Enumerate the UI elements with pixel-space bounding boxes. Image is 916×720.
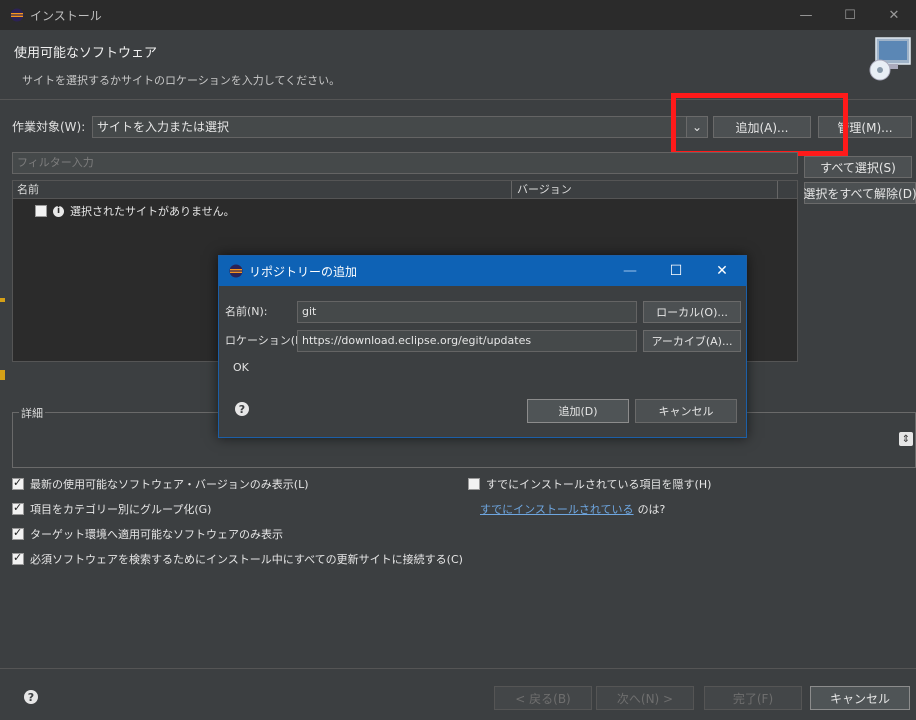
- latest-only-checkbox[interactable]: [12, 476, 24, 490]
- contact-all-sites-label: 必須ソフトウェアを検索するためにインストール中にすべての更新サイトに接続する(C…: [30, 553, 463, 566]
- window-titlebar: インストール — ☐ ✕: [0, 0, 916, 30]
- dialog-minimize-button[interactable]: —: [607, 256, 653, 286]
- manage-sites-button[interactable]: 管理(M)...: [818, 116, 912, 138]
- next-button[interactable]: 次へ(N) >: [596, 686, 694, 710]
- chevron-down-icon: ⌄: [691, 120, 703, 134]
- wizard-header: 使用可能なソフトウェア サイトを選択するかサイトのロケーションを入力してください…: [0, 30, 916, 100]
- tree-empty-message: 選択されたサイトがありません。: [70, 205, 235, 218]
- column-separator[interactable]: [511, 181, 512, 199]
- contact-all-sites-checkbox[interactable]: [12, 551, 24, 565]
- already-installed-row: すでにインストールされている のは?: [480, 501, 665, 517]
- option-latest-only[interactable]: 最新の使用可能なソフトウェア・バージョンのみ表示(L): [12, 476, 309, 492]
- filter-input[interactable]: フィルター入力: [12, 152, 798, 174]
- archive-button[interactable]: アーカイブ(A)...: [643, 330, 741, 352]
- eclipse-app-icon: [10, 8, 24, 22]
- column-version[interactable]: バージョン: [517, 181, 572, 199]
- left-edge-marker: [0, 298, 5, 302]
- close-button[interactable]: ✕: [874, 0, 914, 30]
- finish-button[interactable]: 完了(F): [704, 686, 802, 710]
- group-by-category-checkbox[interactable]: [12, 501, 24, 515]
- dialog-close-button[interactable]: ✕: [699, 256, 745, 286]
- local-button[interactable]: ローカル(O)...: [643, 301, 741, 323]
- hide-installed-checkbox[interactable]: [468, 478, 480, 490]
- target-env-only-label: ターゲット環境へ適用可能なソフトウェアのみ表示: [30, 528, 283, 541]
- column-name[interactable]: 名前: [17, 181, 39, 199]
- left-edge-marker: [0, 370, 5, 380]
- repo-location-value: https://download.eclipse.org/egit/update…: [302, 334, 532, 347]
- window-title: インストール: [30, 8, 102, 23]
- option-hide-installed[interactable]: すでにインストールされている項目を隠す(H): [468, 476, 711, 492]
- combo-dropdown-button[interactable]: ⌄: [686, 116, 708, 138]
- already-installed-suffix: のは?: [637, 503, 666, 516]
- minimize-button[interactable]: —: [786, 0, 826, 30]
- page-description: サイトを選択するかサイトのロケーションを入力してください。: [22, 74, 341, 87]
- option-target-env-only[interactable]: ターゲット環境へ適用可能なソフトウェアのみ表示: [12, 526, 283, 542]
- hide-installed-label: すでにインストールされている項目を隠す(H): [486, 478, 712, 491]
- add-site-button[interactable]: 追加(A)...: [713, 116, 811, 138]
- cancel-button[interactable]: キャンセル: [810, 686, 910, 710]
- work-with-label: 作業対象(W):: [12, 120, 86, 134]
- details-scroll-spinner[interactable]: ⇕: [899, 432, 913, 446]
- repo-location-input[interactable]: https://download.eclipse.org/egit/update…: [297, 330, 637, 352]
- dialog-add-button[interactable]: 追加(D): [527, 399, 629, 423]
- target-env-only-checkbox[interactable]: [12, 526, 24, 540]
- work-with-combo-value: サイトを入力または選択: [97, 120, 230, 134]
- dialog-title: リポジトリーの追加: [249, 264, 358, 279]
- tree-empty-row: i 選択されたサイトがありません。: [35, 203, 235, 219]
- info-icon: i: [53, 205, 64, 217]
- group-by-category-label: 項目をカテゴリー別にグループ化(G): [30, 503, 212, 516]
- footer-separator: [0, 668, 916, 669]
- back-button[interactable]: < 戻る(B): [494, 686, 592, 710]
- maximize-button[interactable]: ☐: [830, 0, 870, 30]
- filter-placeholder: フィルター入力: [17, 156, 94, 169]
- latest-only-label: 最新の使用可能なソフトウェア・バージョンのみ表示(L): [30, 478, 309, 491]
- option-group-by-category[interactable]: 項目をカテゴリー別にグループ化(G): [12, 501, 211, 517]
- select-all-button[interactable]: すべて選択(S): [804, 156, 912, 178]
- install-banner-icon: [869, 37, 911, 81]
- help-icon[interactable]: ?: [24, 690, 38, 704]
- option-contact-all-sites[interactable]: 必須ソフトウェアを検索するためにインストール中にすべての更新サイトに接続する(C…: [12, 551, 463, 567]
- repo-name-input[interactable]: git: [297, 301, 637, 323]
- work-with-combo[interactable]: サイトを入力または選択: [92, 116, 708, 138]
- repo-name-value: git: [302, 305, 317, 318]
- column-separator[interactable]: [777, 181, 778, 199]
- eclipse-dialog-icon: [229, 264, 243, 278]
- page-title: 使用可能なソフトウェア: [14, 46, 158, 61]
- already-installed-link[interactable]: すでにインストールされている: [480, 501, 634, 517]
- tree-row-checkbox[interactable]: [35, 205, 47, 217]
- dialog-cancel-button[interactable]: キャンセル: [635, 399, 737, 423]
- deselect-all-button[interactable]: 選択をすべて解除(D): [803, 182, 916, 204]
- repo-name-label: 名前(N):: [225, 305, 268, 318]
- dialog-help-icon[interactable]: ?: [235, 402, 249, 416]
- dialog-titlebar: リポジトリーの追加 — ☐ ✕: [219, 256, 746, 286]
- work-with-row: 作業対象(W): サイトを入力または選択 ⌄ 追加(A)... 管理(M)...: [0, 114, 916, 140]
- dialog-maximize-button[interactable]: ☐: [653, 256, 699, 286]
- tree-header: 名前 バージョン: [13, 181, 797, 199]
- dialog-status-message: OK: [233, 361, 249, 374]
- details-legend: 詳細: [19, 405, 45, 421]
- add-repository-dialog: リポジトリーの追加 — ☐ ✕ 名前(N): git ローカル(O)... ロケ…: [218, 255, 747, 438]
